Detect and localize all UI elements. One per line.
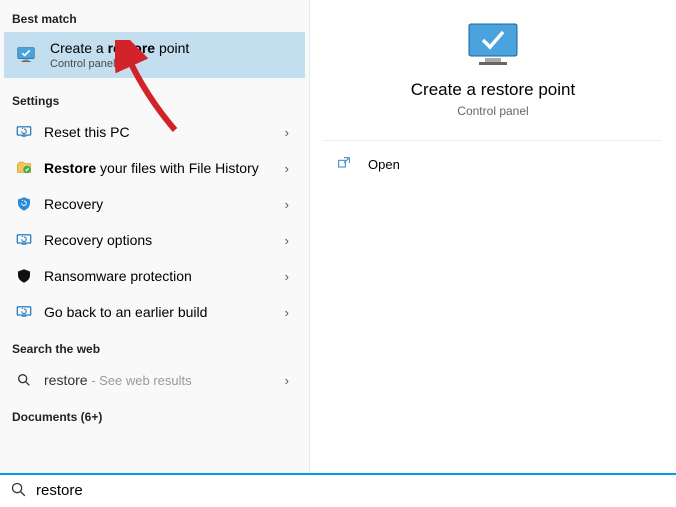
chevron-right-icon: › bbox=[285, 233, 289, 248]
search-input[interactable] bbox=[36, 482, 666, 499]
recovery-icon bbox=[14, 194, 34, 214]
recovery-options-icon bbox=[14, 230, 34, 250]
settings-item-label: Recovery bbox=[44, 196, 285, 212]
ransomware-icon bbox=[14, 266, 34, 286]
preview-subtitle: Control panel bbox=[344, 104, 642, 118]
settings-item[interactable]: Reset this PC› bbox=[4, 114, 305, 150]
search-icon bbox=[14, 370, 34, 390]
reset-pc-icon bbox=[14, 122, 34, 142]
documents-header: Documents (6+) bbox=[4, 406, 305, 430]
settings-item-label: Recovery options bbox=[44, 232, 285, 248]
settings-item[interactable]: Recovery› bbox=[4, 186, 305, 222]
search-icon bbox=[10, 481, 28, 499]
settings-item[interactable]: Recovery options› bbox=[4, 222, 305, 258]
chevron-right-icon: › bbox=[285, 197, 289, 212]
settings-list: Reset this PC›Restore your files with Fi… bbox=[4, 114, 305, 330]
file-history-icon bbox=[14, 158, 34, 178]
settings-item[interactable]: Restore your files with File History› bbox=[4, 150, 305, 186]
best-match-title: Create a restore point bbox=[50, 40, 189, 56]
monitor-check-icon bbox=[14, 43, 38, 67]
chevron-right-icon: › bbox=[285, 269, 289, 284]
go-back-build-icon bbox=[14, 302, 34, 322]
chevron-right-icon: › bbox=[285, 125, 289, 140]
settings-header: Settings bbox=[4, 90, 305, 114]
settings-item-label: Ransomware protection bbox=[44, 268, 285, 284]
settings-item-label: Go back to an earlier build bbox=[44, 304, 285, 320]
chevron-right-icon: › bbox=[285, 305, 289, 320]
search-bar[interactable] bbox=[0, 475, 676, 505]
open-action[interactable]: Open bbox=[310, 141, 676, 187]
preview-title: Create a restore point bbox=[344, 80, 642, 100]
best-match-header: Best match bbox=[4, 8, 305, 32]
preview-panel: Create a restore point Control panel Ope… bbox=[310, 0, 676, 473]
best-match-item[interactable]: Create a restore point Control panel bbox=[4, 32, 305, 78]
web-header: Search the web bbox=[4, 338, 305, 362]
settings-item[interactable]: Go back to an earlier build› bbox=[4, 294, 305, 330]
web-result-label: restore - See web results bbox=[44, 372, 285, 388]
settings-item[interactable]: Ransomware protection› bbox=[4, 258, 305, 294]
web-result-item[interactable]: restore - See web results › bbox=[4, 362, 305, 398]
open-icon bbox=[336, 155, 354, 173]
best-match-subtitle: Control panel bbox=[50, 58, 189, 70]
results-panel: Best match Create a restore point Contro… bbox=[0, 0, 310, 473]
chevron-right-icon: › bbox=[285, 373, 289, 388]
settings-item-label: Restore your files with File History bbox=[44, 160, 285, 176]
chevron-right-icon: › bbox=[285, 161, 289, 176]
open-label: Open bbox=[368, 157, 400, 172]
settings-item-label: Reset this PC bbox=[44, 124, 285, 140]
monitor-check-large-icon bbox=[461, 20, 525, 70]
